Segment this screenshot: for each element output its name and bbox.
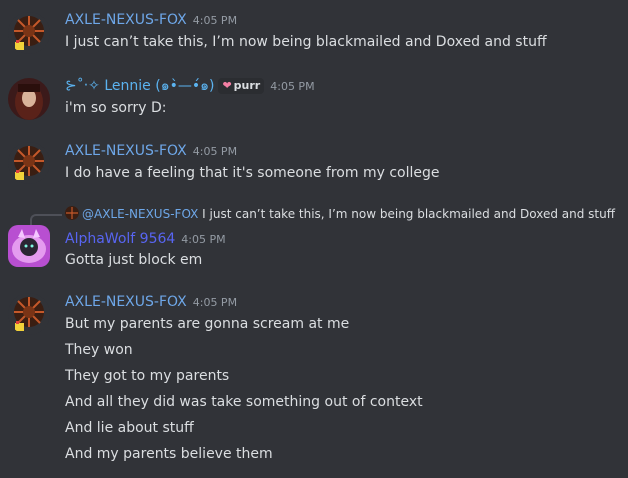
message-text: I just can’t take this, I’m now being bl… [65, 34, 547, 50]
timestamp[interactable]: 4:05 PM [270, 80, 314, 93]
message-text: They got to my parents [65, 368, 230, 384]
message-text: Gotta just block em [65, 252, 203, 268]
message-text: i'm so sorry D: [65, 100, 167, 116]
fox-pixel-avatar[interactable] [8, 12, 50, 54]
lennie-avatar[interactable] [8, 78, 50, 120]
message-text: They won [65, 342, 133, 358]
message: ⊱˚‧✧ Lennie (๑•̀—•́๑) ❤ purr 4:05 PM i'm so… [0, 72, 628, 128]
message-text: But my parents are gonna scream at me [65, 316, 350, 332]
role-badge[interactable]: ❤ purr [218, 78, 265, 94]
timestamp[interactable]: 4:05 PM [193, 296, 237, 309]
timestamp[interactable]: 4:05 PM [181, 233, 225, 246]
username[interactable]: ⊱˚‧✧ Lennie (๑•̀—•́๑) [65, 78, 214, 94]
message-text: And lie about stuff [65, 420, 194, 436]
fox-pixel-mini-avatar [65, 206, 79, 220]
username[interactable]: AlphaWolf 9564 [65, 231, 175, 247]
badge-label: purr [233, 79, 261, 92]
reply-author[interactable]: @AXLE-NEXUS-FOX [82, 207, 198, 221]
fox-pixel-avatar[interactable] [8, 293, 50, 335]
timestamp[interactable]: 4:05 PM [193, 145, 237, 158]
message-text: And all they did was take something out … [65, 394, 423, 410]
reply-text[interactable]: I just can’t take this, I’m now being bl… [202, 207, 615, 221]
username[interactable]: AXLE-NEXUS-FOX [65, 143, 187, 159]
message-text: And my parents believe them [65, 446, 273, 462]
fox-pixel-avatar[interactable] [8, 142, 50, 184]
message: AXLE-NEXUS-FOX 4:05 PM I do have a feelin… [0, 134, 628, 194]
timestamp[interactable]: 4:05 PM [193, 14, 237, 27]
wolf-avatar[interactable] [8, 225, 50, 267]
message: AXLE-NEXUS-FOX 4:05 PM I just can’t take … [0, 0, 628, 64]
message: @AXLE-NEXUS-FOX I just can’t take this, … [0, 205, 628, 277]
username[interactable]: AXLE-NEXUS-FOX [65, 294, 187, 310]
heart-icon: ❤ [222, 79, 232, 92]
message: AXLE-NEXUS-FOX 4:05 PM But my parents are… [0, 286, 628, 476]
message-text: I do have a feeling that it's someone fr… [65, 165, 440, 181]
username[interactable]: AXLE-NEXUS-FOX [65, 12, 187, 28]
reply-preview[interactable]: @AXLE-NEXUS-FOX I just can’t take this, … [65, 205, 615, 223]
